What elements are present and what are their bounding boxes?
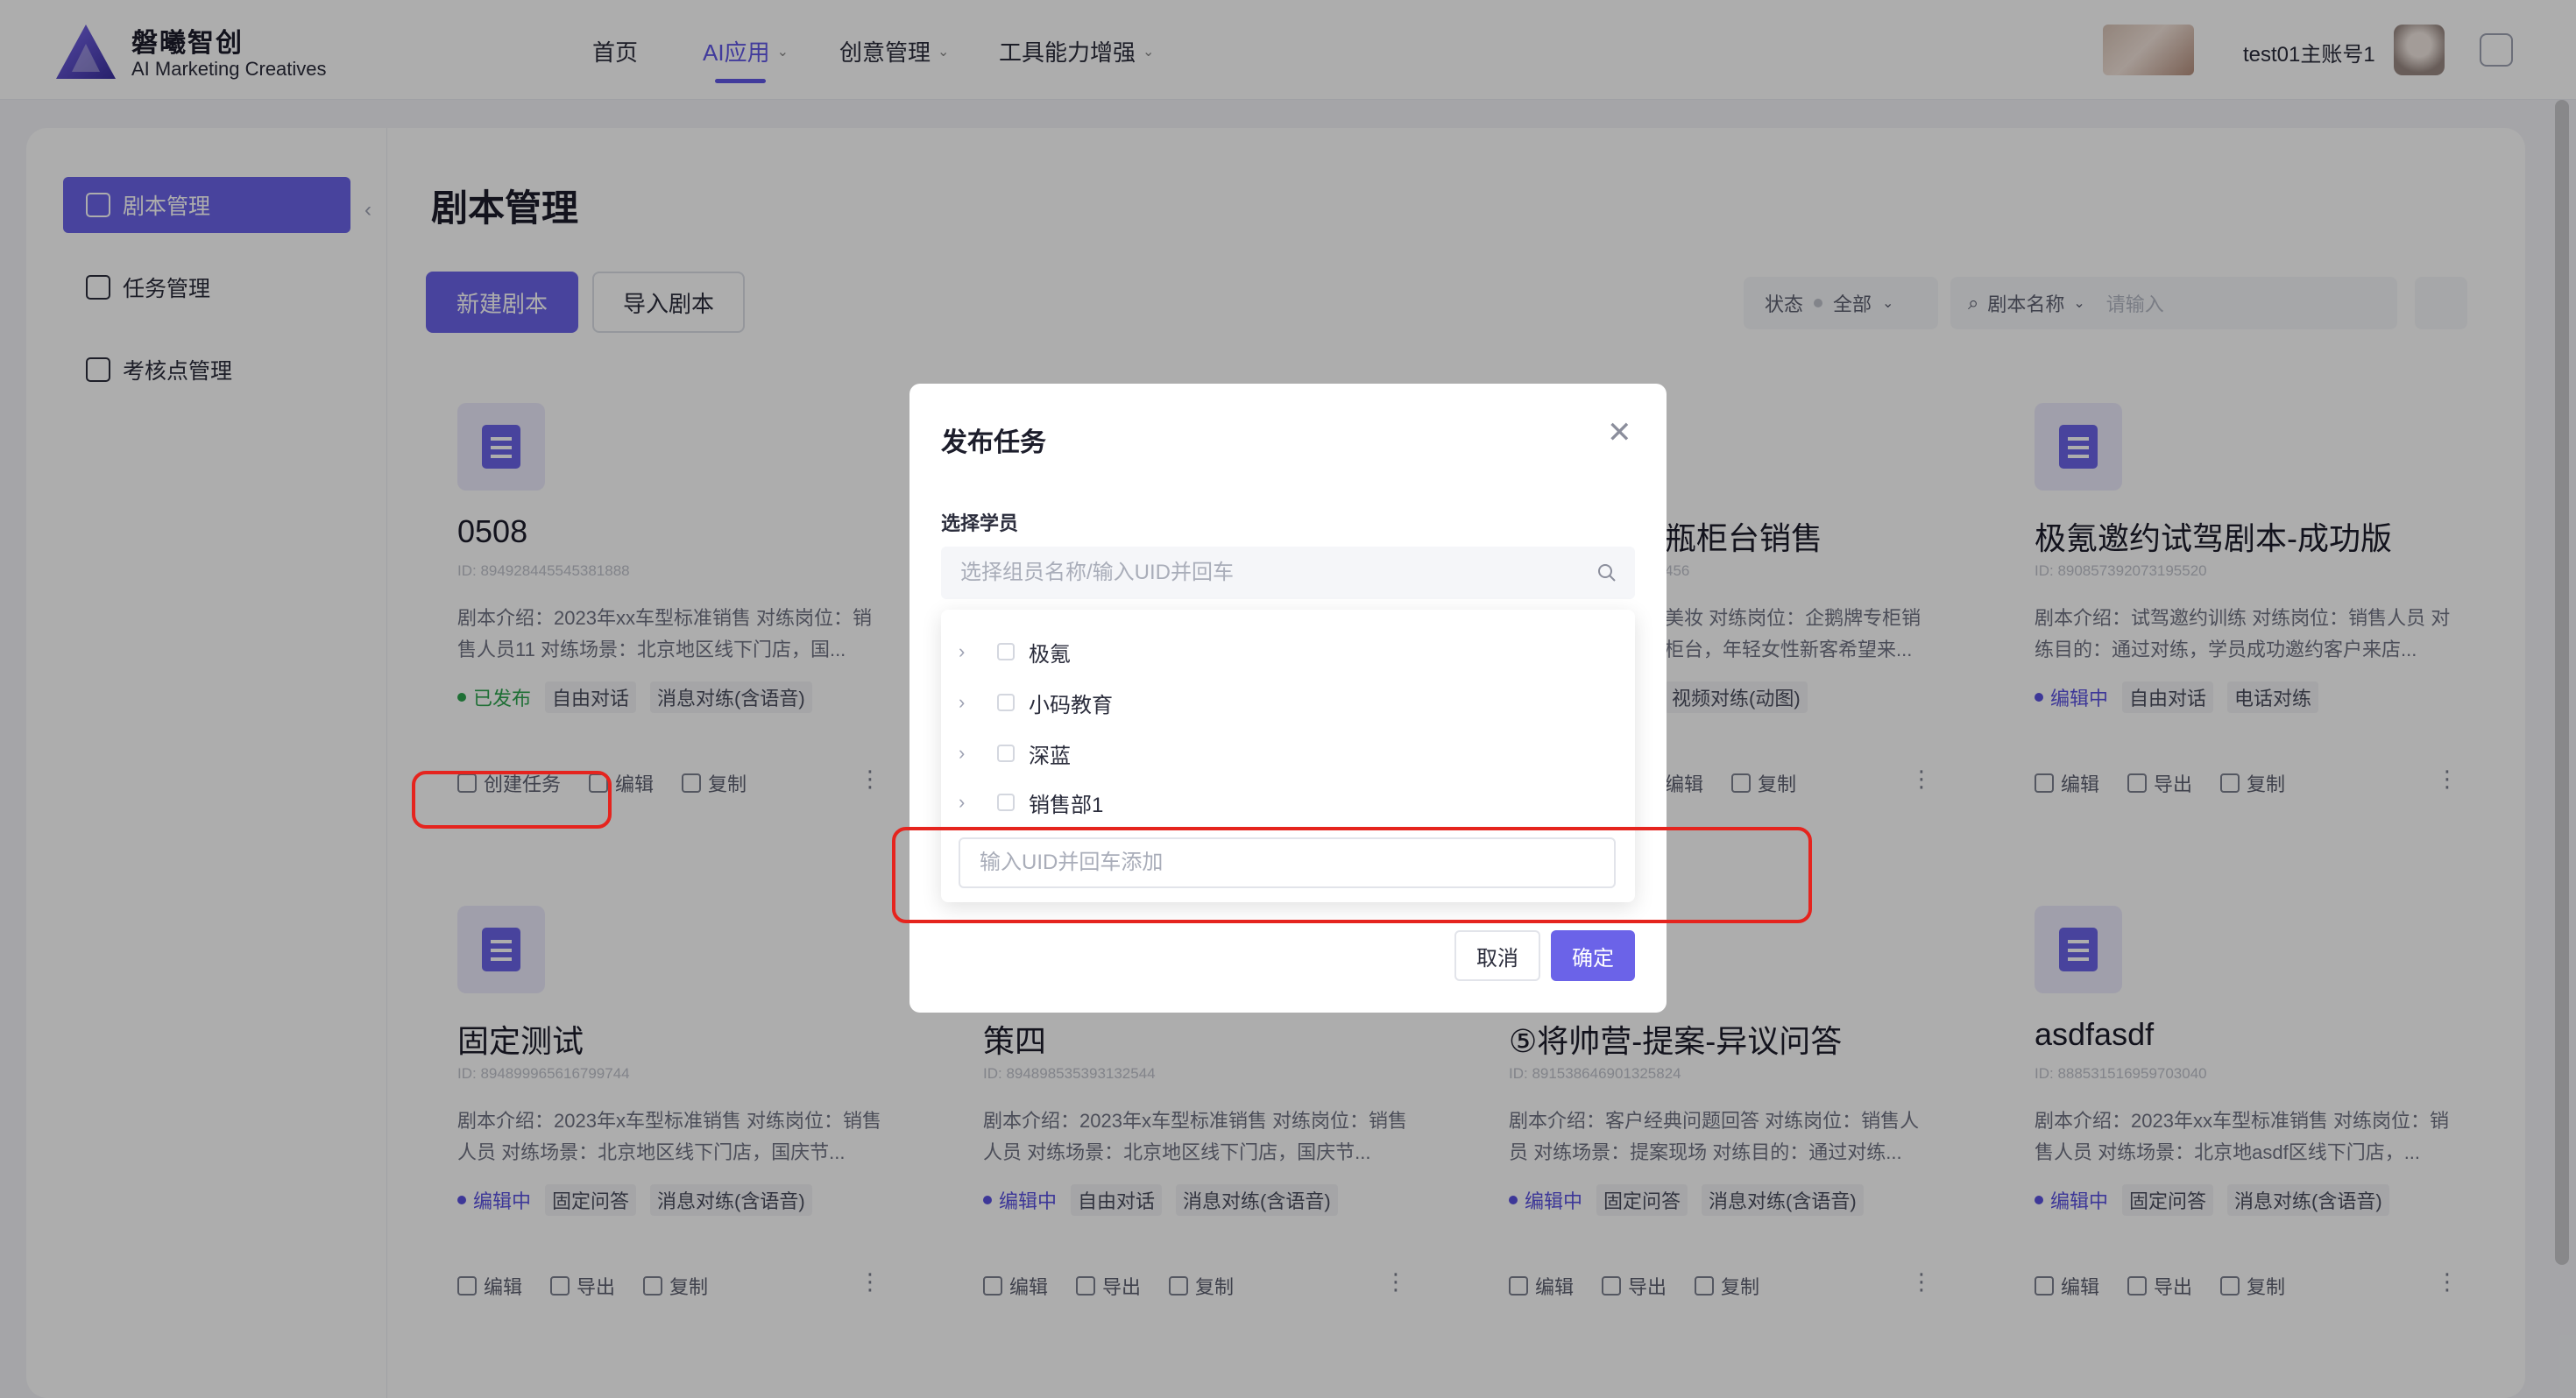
tree-checkbox[interactable] bbox=[997, 794, 1015, 811]
tree-node[interactable]: › 销售部1 bbox=[941, 778, 1635, 827]
tree-node[interactable]: › 小码教育 bbox=[941, 678, 1635, 727]
chevron-right-icon[interactable]: › bbox=[959, 691, 976, 714]
tree-checkbox[interactable] bbox=[997, 694, 1015, 711]
tree-checkbox[interactable] bbox=[997, 643, 1015, 660]
select-students-label: 选择学员 bbox=[941, 512, 1019, 534]
chevron-right-icon[interactable]: › bbox=[959, 791, 976, 814]
confirm-button[interactable]: 确定 bbox=[1551, 930, 1635, 981]
tree-node[interactable]: › 极氪 bbox=[941, 627, 1635, 676]
dialog-title: 发布任务 bbox=[941, 428, 1046, 457]
chevron-right-icon[interactable]: › bbox=[959, 742, 976, 765]
tree-node-label: 深蓝 bbox=[1029, 744, 1071, 768]
tree-checkbox[interactable] bbox=[997, 745, 1015, 762]
annotation-highlight-uid-input bbox=[892, 827, 1812, 923]
tree-node[interactable]: › 深蓝 bbox=[941, 729, 1635, 778]
tree-node-label: 极氪 bbox=[1029, 642, 1071, 667]
tree-node-label: 销售部1 bbox=[1029, 793, 1104, 817]
search-icon bbox=[1598, 564, 1616, 582]
cancel-button[interactable]: 取消 bbox=[1454, 930, 1540, 981]
member-search-input[interactable] bbox=[941, 547, 1635, 599]
chevron-right-icon[interactable]: › bbox=[959, 640, 976, 663]
close-icon[interactable]: ✕ bbox=[1607, 415, 1632, 450]
tree-node-label: 小码教育 bbox=[1029, 693, 1113, 717]
annotation-highlight-create-task bbox=[412, 771, 612, 829]
